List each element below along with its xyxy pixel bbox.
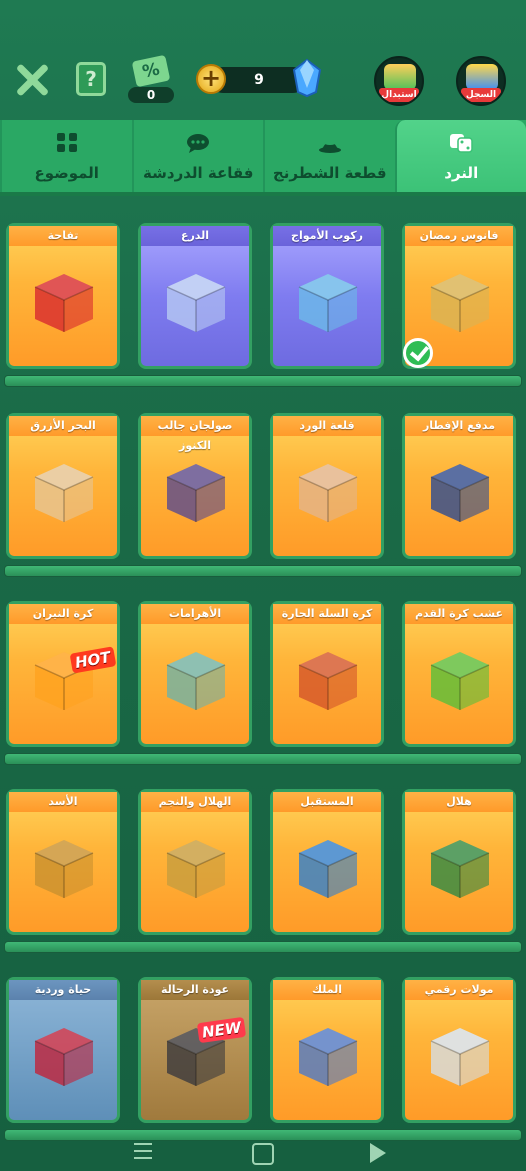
shelf-divider (4, 375, 522, 387)
dice-card[interactable]: الهلال والنجم (138, 789, 252, 935)
dice-title: حياة وردية (9, 980, 117, 1000)
selected-check-icon (403, 338, 433, 368)
dice-card[interactable]: الأهرامات (138, 601, 252, 747)
dice-title: الدرع (141, 226, 249, 246)
promo-count: 0 (128, 87, 174, 103)
pawn-icon (318, 141, 341, 153)
dice-title: عشب كرة القدم (405, 604, 513, 624)
shelf-divider (4, 941, 522, 953)
tab-label: فقاعة الدردشة (143, 164, 254, 182)
dice-card[interactable]: الدرع (138, 223, 252, 369)
dice-cube-icon (34, 464, 94, 522)
dice-title: عودة الرحالة (141, 980, 249, 1000)
dice-cube-icon (34, 840, 94, 898)
dice-title: هلال (405, 792, 513, 812)
home-icon[interactable] (252, 1143, 274, 1165)
help-symbol: ? (85, 67, 97, 91)
dice-cube-icon (166, 274, 226, 332)
discount-ticket-icon: % (131, 54, 171, 88)
dice-cube-icon (166, 652, 226, 710)
dice-cube-icon (166, 840, 226, 898)
dice-card[interactable]: كرة السلة الحارة (270, 601, 384, 747)
dice-title: مدفع الإفطار (405, 416, 513, 436)
dice-cube-icon (34, 274, 94, 332)
help-icon[interactable]: ? (76, 62, 106, 96)
recent-apps-icon[interactable] (134, 1143, 152, 1164)
gem-count: 9 (254, 72, 264, 88)
dice-card[interactable]: المستقبل (270, 789, 384, 935)
shelf-divider (4, 565, 522, 577)
dice-card[interactable]: مدفع الإفطار (402, 413, 516, 559)
dice-cube-icon (298, 464, 358, 522)
dice-icon (450, 134, 473, 153)
gem-icon (292, 58, 322, 98)
tab-label: قطعة الشطرنج (272, 164, 387, 182)
dice-cube-icon (166, 464, 226, 522)
close-icon[interactable] (14, 62, 48, 96)
dice-card[interactable]: البحر الأزرق (6, 413, 120, 559)
dice-title: تفاحة (9, 226, 117, 246)
dice-cube-icon (430, 652, 490, 710)
dice-card[interactable]: حياة وردية (6, 977, 120, 1123)
add-gems-button[interactable]: + (196, 64, 226, 94)
exchange-label: استبدال (379, 88, 419, 102)
exchange-shop-button[interactable]: استبدال (374, 56, 424, 106)
shelf-divider (4, 753, 522, 765)
tab-label: الموضوع (34, 164, 99, 182)
dice-cube-icon (298, 840, 358, 898)
tab-dice[interactable]: النرد (394, 120, 526, 192)
promo-ticket-button[interactable]: % 0 (128, 54, 174, 104)
dice-cube-icon (430, 274, 490, 332)
dice-title: صولجان جالب الكنوز (141, 416, 249, 452)
system-nav-bar (0, 1133, 526, 1171)
dice-card[interactable]: قلعة الورد (270, 413, 384, 559)
tab-label: النرد (444, 164, 479, 182)
dice-title: الأسد (9, 792, 117, 812)
dice-card[interactable]: هلال (402, 789, 516, 935)
chat-bubble-icon (187, 134, 210, 153)
dice-card[interactable]: كرة النيران HOT (6, 601, 120, 747)
dice-card[interactable]: عشب كرة القدم (402, 601, 516, 747)
top-bar: ? % 0 + 9 استبدال السجل (0, 0, 526, 115)
dice-title: الأهرامات (141, 604, 249, 624)
dice-title: فانوس رمضان (405, 226, 513, 246)
dice-title: كرة النيران (9, 604, 117, 624)
dice-title: ركوب الأمواج (273, 226, 381, 246)
tab-chess-piece[interactable]: قطعة الشطرنج (263, 120, 395, 192)
gem-balance: + 9 (196, 58, 324, 98)
category-tabs: النرد قطعة الشطرنج فقاعة الدردشة الموضوع (0, 120, 526, 196)
history-label: السجل (461, 88, 501, 102)
dice-title: الهلال والنجم (141, 792, 249, 812)
dice-title: الملك (273, 980, 381, 1000)
dice-card[interactable]: صولجان جالب الكنوز (138, 413, 252, 559)
dice-card[interactable]: الملك (270, 977, 384, 1123)
dice-cube-icon (430, 1028, 490, 1086)
dice-title: مولات رقمي (405, 980, 513, 1000)
dice-card[interactable]: ركوب الأمواج (270, 223, 384, 369)
history-button[interactable]: السجل (456, 56, 506, 106)
history-icon (466, 64, 498, 90)
back-icon[interactable] (370, 1143, 386, 1163)
dice-card[interactable]: تفاحة (6, 223, 120, 369)
dice-title: المستقبل (273, 792, 381, 812)
dice-card[interactable]: عودة الرحالة NEW (138, 977, 252, 1123)
dice-card[interactable]: فانوس رمضان (402, 223, 516, 369)
dice-cube-icon (430, 840, 490, 898)
theme-grid-icon (56, 133, 77, 152)
dice-cube-icon (34, 1028, 94, 1086)
new-badge: NEW (196, 1016, 247, 1044)
shop-stall-icon (384, 64, 416, 90)
dice-cube-icon (298, 274, 358, 332)
discount-symbol: % (140, 59, 162, 83)
dice-cube-icon (430, 464, 490, 522)
dice-cube-icon (298, 1028, 358, 1086)
dice-cube-icon (298, 652, 358, 710)
dice-card[interactable]: الأسد (6, 789, 120, 935)
tab-theme[interactable]: الموضوع (0, 120, 132, 192)
dice-title: البحر الأزرق (9, 416, 117, 436)
dice-title: كرة السلة الحارة (273, 604, 381, 624)
tab-chat-bubble[interactable]: فقاعة الدردشة (131, 120, 264, 192)
dice-title: قلعة الورد (273, 416, 381, 436)
dice-card[interactable]: مولات رقمي (402, 977, 516, 1123)
